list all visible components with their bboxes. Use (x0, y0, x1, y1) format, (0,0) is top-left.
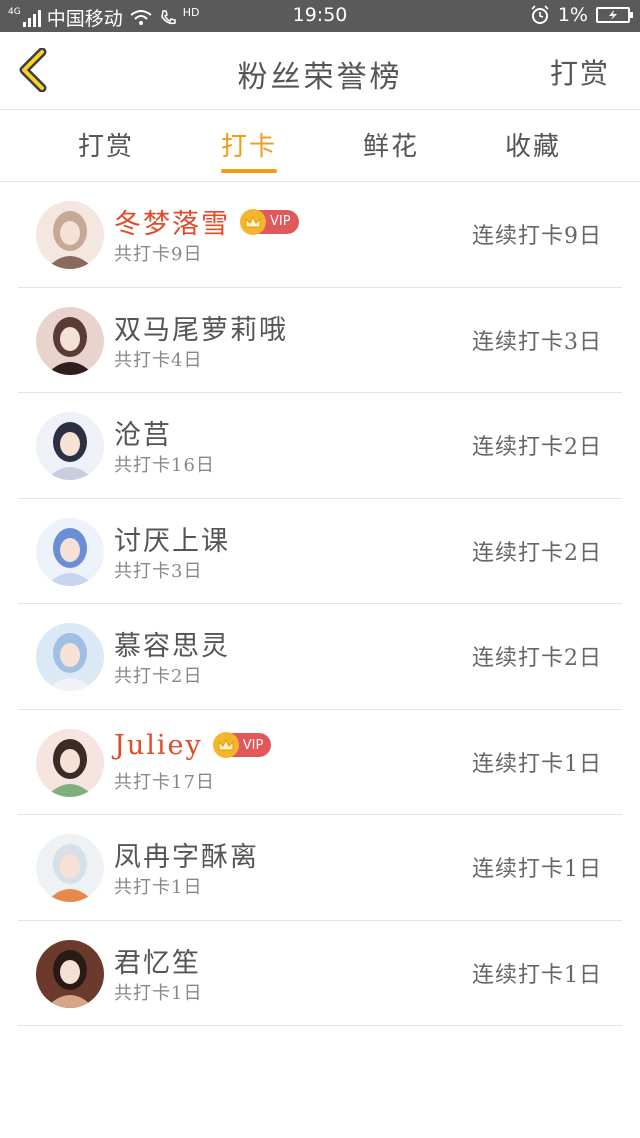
total-checkin-days: 共打卡1日 (114, 877, 203, 898)
avatar[interactable] (36, 939, 104, 1008)
list-item[interactable]: Juliey VIP 共打卡17日 连续打卡1日 (18, 710, 622, 815)
fan-name[interactable]: 慕容思灵 (114, 624, 230, 663)
tab-checkin[interactable]: 打卡 (189, 126, 309, 173)
streak-checkin-days: 连续打卡2日 (472, 540, 602, 566)
list-item[interactable]: 沧莒共打卡16日 连续打卡2日 (18, 393, 622, 499)
fan-name[interactable]: 冬梦落雪 (114, 202, 230, 241)
streak-checkin-days: 连续打卡1日 (472, 751, 602, 777)
total-checkin-days: 共打卡3日 (114, 560, 203, 582)
total-checkin-days: 共打卡4日 (114, 349, 203, 371)
fan-name[interactable]: 双马尾萝莉哦 (114, 308, 288, 347)
list-item[interactable]: 冬梦落雪 VIP 共打卡9日 连续打卡9日 (18, 182, 622, 288)
tab-flowers[interactable]: 鲜花 (331, 126, 451, 163)
total-checkin-days: 共打卡17日 (114, 771, 215, 793)
total-checkin-days: 共打卡16日 (114, 455, 215, 476)
list-item[interactable]: 君忆笙 共打卡1日 连续打卡1日 (18, 921, 622, 1026)
tab-reward[interactable]: 打赏 (46, 126, 166, 163)
reward-button[interactable]: 打赏 (550, 52, 610, 92)
battery-percent: 1% (557, 4, 588, 26)
list-item[interactable]: 凤冉字酥离共打卡1日 连续打卡1日 (18, 815, 622, 921)
fan-name[interactable]: 凤冉字酥离 (114, 835, 259, 874)
total-checkin-days: 共打卡1日 (114, 982, 203, 1004)
name-line: 冬梦落雪 VIP (114, 202, 299, 241)
avatar[interactable] (36, 517, 104, 586)
fan-name[interactable]: 沧莒 (114, 413, 172, 452)
crown-icon (240, 208, 266, 235)
vip-label: VIP (242, 737, 264, 753)
tab-label: 打卡 (220, 132, 277, 162)
streak-checkin-days: 连续打卡1日 (472, 962, 602, 988)
name-line: 讨厌上课 (114, 519, 230, 558)
battery-icon (596, 7, 633, 23)
avatar[interactable] (36, 728, 104, 797)
list-item[interactable]: 慕容思灵共打卡2日 连续打卡2日 (18, 604, 622, 710)
tab-label: 鲜花 (362, 132, 419, 162)
name-line: 双马尾萝莉哦 (114, 308, 288, 347)
fan-name[interactable]: 讨厌上课 (114, 519, 230, 558)
name-line: 君忆笙 (114, 941, 201, 980)
tab-label: 打赏 (77, 132, 134, 162)
streak-checkin-days: 连续打卡2日 (472, 435, 602, 460)
streak-checkin-days: 连续打卡3日 (472, 329, 602, 355)
active-tab-indicator (221, 169, 277, 173)
streak-checkin-days: 连续打卡2日 (472, 646, 602, 671)
status-bar: 4G 中国移动 HD 19:50 1% (0, 0, 640, 32)
avatar[interactable] (36, 623, 104, 691)
name-line: 慕容思灵 (114, 624, 230, 663)
list-item[interactable]: 讨厌上课 共打卡3日 连续打卡2日 (18, 499, 622, 604)
alarm-icon (531, 5, 549, 24)
fan-ranking-list: 冬梦落雪 VIP 共打卡9日 连续打卡9日 双马尾萝莉哦 共打卡4日 连续打卡3日 沧莒 共打卡… (18, 182, 622, 1026)
fan-name[interactable]: 君忆笙 (114, 941, 201, 980)
name-line: Juliey VIP (114, 730, 272, 761)
vip-badge: VIP (240, 208, 299, 235)
tab-bar: 打赏 打卡 鲜花 收藏 (0, 110, 640, 182)
name-line: 凤冉字酥离 (114, 835, 259, 874)
vip-label: VIP (270, 214, 291, 229)
page-title: 粉丝荣誉榜 (237, 60, 403, 95)
tab-label: 收藏 (504, 132, 561, 162)
list-item[interactable]: 双马尾萝莉哦 共打卡4日 连续打卡3日 (18, 288, 622, 393)
avatar[interactable] (36, 306, 104, 375)
avatar[interactable] (36, 201, 104, 269)
fan-name[interactable]: Juliey (114, 730, 203, 761)
total-checkin-days: 共打卡2日 (114, 666, 203, 687)
tab-favorites[interactable]: 收藏 (473, 126, 593, 163)
total-checkin-days: 共打卡9日 (114, 244, 203, 265)
nav-header: 粉丝荣誉榜 打赏 (0, 32, 640, 110)
avatar[interactable] (36, 412, 104, 480)
name-line: 沧莒 (114, 413, 172, 452)
crown-icon (212, 732, 239, 758)
avatar[interactable] (36, 834, 104, 902)
vip-badge: VIP (212, 732, 272, 758)
streak-checkin-days: 连续打卡9日 (472, 224, 602, 249)
streak-checkin-days: 连续打卡1日 (472, 857, 602, 882)
